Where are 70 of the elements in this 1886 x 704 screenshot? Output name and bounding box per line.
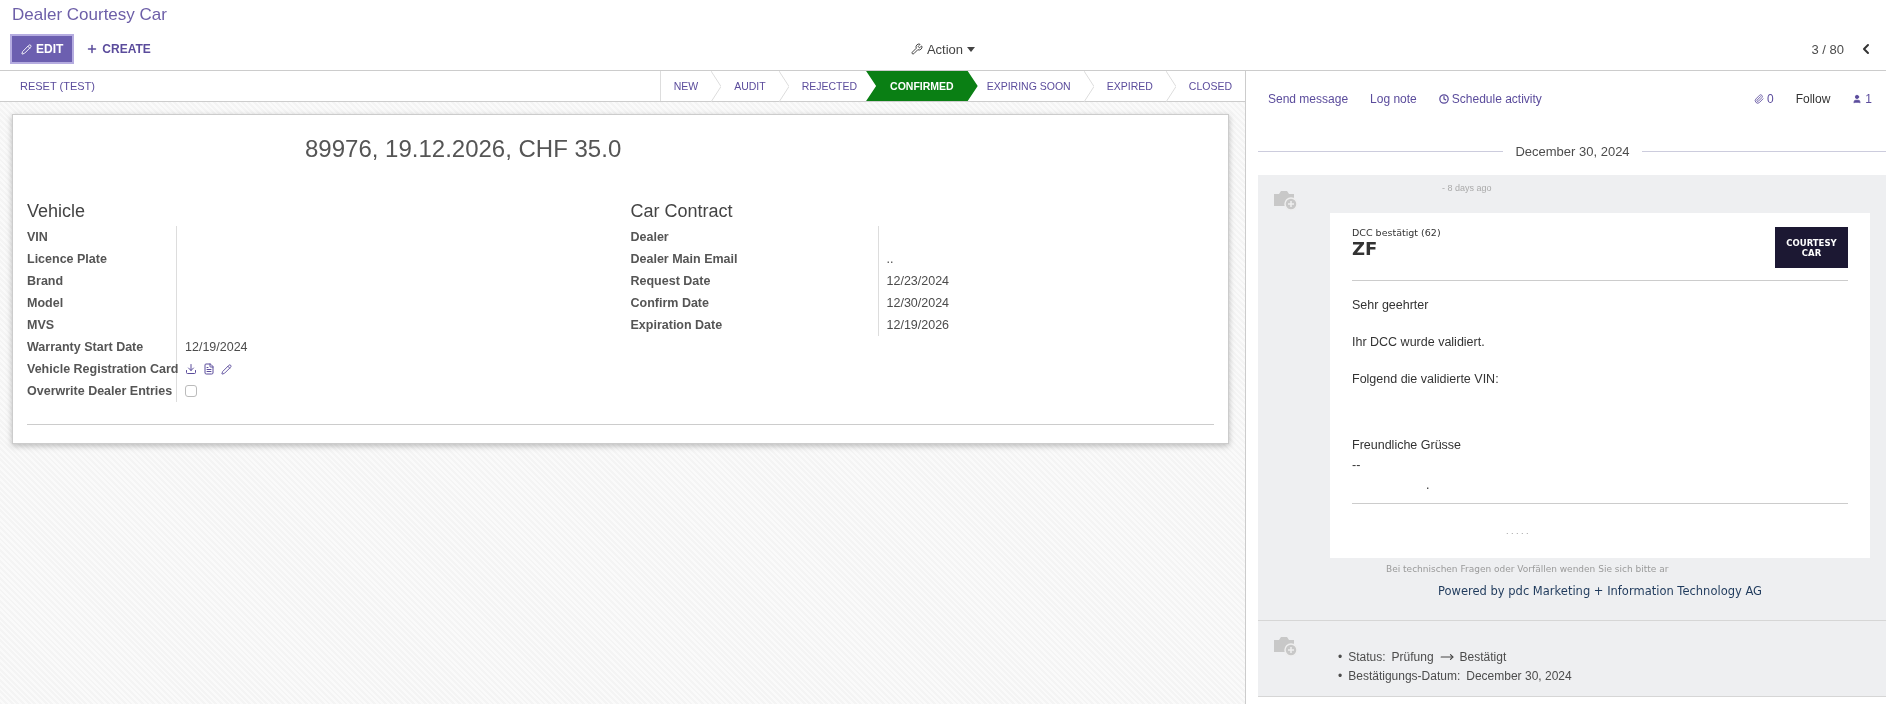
field-label: Warranty Start Date — [27, 340, 144, 354]
field-value: .. — [886, 252, 894, 266]
email-notice: Bei technischen Fragen oder Vorfällen wenden Sie sich bitte ar — [1385, 563, 1670, 574]
paperclip-icon — [1753, 94, 1764, 104]
chatter-link[interactable]: Log note — [1370, 92, 1417, 106]
message-time: - 8 days ago — [1442, 183, 1492, 193]
caret-icon — [967, 46, 976, 52]
powered-by-text: Powered by pdc Marketing + Information Technology AG — [1437, 583, 1763, 600]
chevron-divider — [1165, 71, 1176, 102]
pencil-icon[interactable] — [221, 363, 232, 375]
attachments-button[interactable]: 0 — [1753, 92, 1774, 106]
clock-icon — [1438, 94, 1449, 104]
status-stage[interactable]: CONFIRMED — [866, 71, 978, 101]
new-value: Bestätigt — [1459, 649, 1507, 665]
field-label: Brand — [27, 274, 64, 288]
email-closing: Freundliche Grüsse — [1352, 437, 1463, 453]
reset-button[interactable]: RESET (TEST) — [0, 71, 115, 101]
field-label: Dealer — [630, 230, 669, 244]
date-separator: December 30, 2024 — [1515, 143, 1630, 159]
page-title: Dealer Courtesy Car — [12, 4, 168, 26]
email-paragraph: Sehr geehrter — [1352, 297, 1430, 313]
field-label: Confirm Date — [630, 296, 709, 310]
document-icon[interactable] — [203, 363, 215, 375]
logo: COURTESY CAR — [1775, 227, 1848, 268]
field-label: VIN — [27, 230, 48, 244]
tracking-label: Status: — [1348, 649, 1386, 665]
field-label: Licence Plate — [27, 252, 107, 266]
follow-button[interactable]: Follow — [1795, 92, 1831, 106]
field-label: Expiration Date — [630, 318, 723, 332]
edit-button[interactable]: EDIT — [12, 36, 73, 62]
email-signature: -- — [1352, 457, 1362, 473]
field-label: Vehicle Registration Card — [27, 362, 179, 376]
email-signature: . — [1425, 477, 1431, 493]
list-marker: • — [1338, 649, 1343, 665]
list-marker: • — [1338, 668, 1343, 684]
tracking-label: Bestätigungs-Datum: — [1348, 668, 1461, 684]
field-label: MVS — [27, 318, 55, 332]
field-label: Request Date — [630, 274, 711, 288]
old-value: Prüfung — [1391, 649, 1434, 665]
chatter-link[interactable]: Send message — [1268, 92, 1349, 106]
chevron-divider — [711, 71, 722, 102]
email-paragraph: Folgend die validierte VIN: — [1352, 371, 1500, 387]
record-title: 89976, 19.12.2026, CHF 35.0 — [304, 135, 623, 163]
followers-button[interactable]: 1 — [1852, 92, 1872, 106]
chevron-divider — [1083, 71, 1094, 102]
pager-text: 3 / 80 — [1811, 41, 1844, 57]
email-footer-dots: . . . . . — [1505, 526, 1530, 536]
field-label: Overwrite Dealer Entries — [27, 384, 173, 398]
field-label: Model — [27, 296, 64, 310]
download-icon[interactable] — [185, 363, 197, 375]
field-value: 12/30/2024 — [886, 296, 950, 310]
field-label: Dealer Main Email — [630, 252, 738, 266]
group-title: Vehicle — [27, 201, 87, 222]
group-title: Car Contract — [630, 201, 734, 222]
field-value: 12/19/2024 — [185, 340, 248, 354]
chatter-link[interactable]: Schedule activity — [1438, 92, 1542, 106]
checkbox[interactable] — [185, 385, 197, 397]
pencil-icon — [21, 43, 32, 55]
email-paragraph: Ihr DCC wurde validiert. — [1352, 334, 1486, 350]
wrench-icon — [910, 43, 923, 55]
create-button[interactable]: CREATE — [82, 36, 155, 62]
field-value: 12/19/2026 — [886, 318, 950, 332]
action-dropdown[interactable]: Action — [904, 40, 982, 58]
field-value: 12/23/2024 — [886, 274, 950, 288]
user-icon — [1852, 94, 1863, 104]
plus-icon — [86, 43, 99, 55]
email-subtitle: DCC bestätigt (62) — [1352, 227, 1441, 238]
chevron-divider — [778, 71, 789, 102]
new-value: December 30, 2024 — [1466, 668, 1572, 684]
email-heading: ZF — [1352, 238, 1379, 259]
